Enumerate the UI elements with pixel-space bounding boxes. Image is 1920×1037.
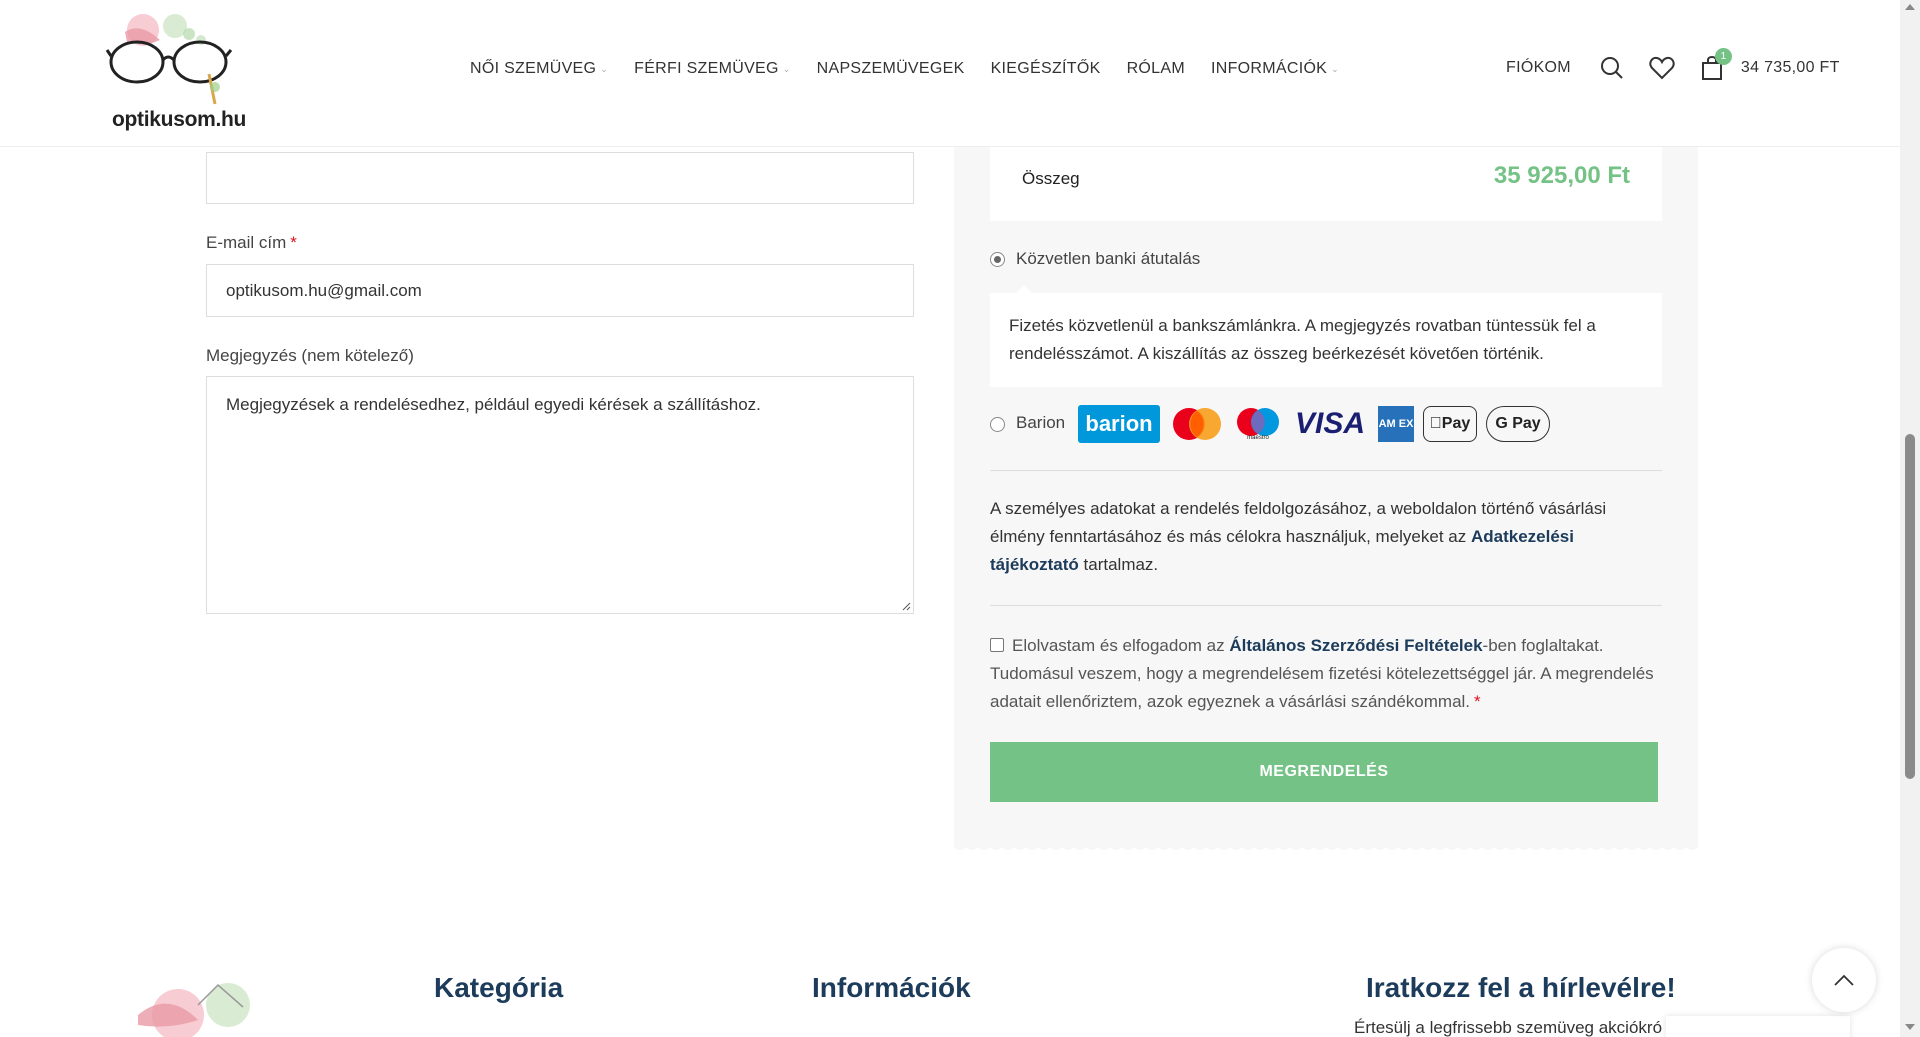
nav-label: INFORMÁCIÓK xyxy=(1210,60,1328,77)
payment-barion-radio[interactable] xyxy=(990,417,1005,432)
apple-pay-text: Pay xyxy=(1435,415,1470,432)
nav-item-napszemuvegek[interactable]: NAPSZEMÜVEGEK xyxy=(817,60,965,78)
site-header: optikusom.hu NŐI SZEMÜVEG ⌄ FÉRFI SZEMÜVE… xyxy=(0,0,1900,147)
visa-logo: VISA xyxy=(1294,407,1366,440)
maestro-logo: maestro xyxy=(1234,407,1282,441)
scrollbar-thumb[interactable] xyxy=(1905,434,1915,779)
privacy-notice: A személyes adatokat a rendelés feldolgo… xyxy=(990,495,1630,579)
maestro-text: maestro xyxy=(1247,435,1269,441)
wishlist-button[interactable] xyxy=(1649,55,1675,81)
nav-label: KIEGÉSZÍTŐK xyxy=(990,60,1101,77)
terms-link[interactable]: Általános Szerződési Feltételek xyxy=(1229,636,1482,655)
email-label: E-mail cím * xyxy=(206,233,297,253)
barion-logo: barion xyxy=(1078,405,1160,443)
total-value: 35 925,00 Ft xyxy=(1493,162,1630,189)
chevron-down-icon: ⌄ xyxy=(600,63,609,74)
glasses-logo-icon xyxy=(105,14,233,105)
footer-newsletter-heading: Iratkozz fel a hírlevélre! xyxy=(1366,972,1676,1003)
header-actions: FIÓKOM 1 34 735,00 FT xyxy=(1506,48,1840,81)
nav-label: FÉRFI SZEMÜVEG xyxy=(634,60,779,77)
required-mark: * xyxy=(1474,692,1481,711)
nav-item-kiegeszitok[interactable]: KIEGÉSZÍTŐK xyxy=(991,60,1101,78)
search-icon xyxy=(1600,57,1623,79)
payment-barion-label[interactable]: Barion xyxy=(1016,413,1065,433)
search-button[interactable] xyxy=(1599,55,1625,81)
scroll-to-top-button[interactable] xyxy=(1812,948,1876,1012)
previous-input-field[interactable] xyxy=(206,152,914,204)
payment-desc-arrow xyxy=(1016,285,1032,293)
divider xyxy=(990,605,1662,606)
terms-checkbox[interactable] xyxy=(990,638,1004,652)
order-total-row: Összeg 35 925,00 Ft xyxy=(990,147,1662,221)
maestro-icon xyxy=(1237,408,1279,436)
footer-category-heading: Kategória xyxy=(434,972,564,1003)
nav-item-ferfi-szemuveg[interactable]: FÉRFI SZEMÜVEG ⌄ xyxy=(634,60,791,78)
chevron-up-icon xyxy=(1834,974,1854,986)
terms-consent: Elolvastam és elfogadom az Általános Sze… xyxy=(990,632,1670,716)
total-label: Összeg xyxy=(1022,169,1080,188)
floating-widget[interactable] xyxy=(1666,1016,1850,1037)
main-nav: NŐI SZEMÜVEG ⌄ FÉRFI SZEMÜVEG ⌄ NAPSZEMÜVE… xyxy=(470,60,1339,78)
mastercard-icon xyxy=(1173,408,1221,440)
nav-label: RÓLAM xyxy=(1126,60,1185,77)
footer-logo[interactable] xyxy=(118,975,298,1037)
footer-newsletter-subtext: Értesülj a legfrissebb szemüveg akciókró xyxy=(1354,1018,1663,1037)
place-order-button[interactable]: MEGRENDELÉS xyxy=(990,742,1658,802)
terms-text: Elolvastam és elfogadom az xyxy=(1012,636,1230,655)
nav-label: NŐI SZEMÜVEG xyxy=(470,60,597,77)
nav-item-noi-szemuveg[interactable]: NŐI SZEMÜVEG ⌄ xyxy=(470,60,608,78)
apple-icon:  xyxy=(1430,415,1442,433)
zigzag-edge xyxy=(954,843,1698,850)
email-label-text: E-mail cím xyxy=(206,233,287,252)
cart-count-badge: 1 xyxy=(1714,48,1732,65)
amex-logo: AM EX xyxy=(1378,406,1414,442)
chevron-down-icon: ⌄ xyxy=(1331,63,1340,74)
chevron-down-icon: ⌄ xyxy=(782,63,791,74)
page-scrollbar[interactable] xyxy=(1900,0,1920,1037)
required-mark: * xyxy=(290,233,297,252)
logo-text[interactable]: optikusom.hu xyxy=(112,108,246,132)
cart-button[interactable]: 1 xyxy=(1699,48,1732,81)
nav-label: NAPSZEMÜVEGEK xyxy=(816,60,965,77)
order-notes-textarea[interactable]: Megjegyzések a rendelésedhez, például eg… xyxy=(206,376,914,614)
heart-icon xyxy=(1649,56,1675,80)
scroll-down-arrow-icon[interactable] xyxy=(1905,1024,1915,1030)
divider xyxy=(990,470,1662,471)
footer-info-heading: Információk xyxy=(812,972,971,1003)
cart-total[interactable]: 34 735,00 FT xyxy=(1741,59,1840,77)
resize-handle-icon[interactable] xyxy=(901,601,911,611)
nav-item-rolam[interactable]: RÓLAM xyxy=(1127,60,1185,78)
payment-bank-label[interactable]: Közvetlen banki átutalás xyxy=(1016,249,1200,269)
scroll-up-arrow-icon[interactable] xyxy=(1905,4,1915,10)
footer-logo-icon xyxy=(138,983,250,1037)
payment-bank-radio[interactable] xyxy=(990,252,1005,267)
payment-bank-description: Fizetés közvetlenül a bankszámlánkra. A … xyxy=(990,293,1662,387)
nav-item-informaciok[interactable]: INFORMÁCIÓK ⌄ xyxy=(1211,60,1339,78)
order-notes-placeholder: Megjegyzések a rendelésedhez, például eg… xyxy=(226,395,761,414)
email-field[interactable]: optikusom.hu@gmail.com xyxy=(206,264,914,317)
apple-pay-logo: Pay xyxy=(1423,406,1477,442)
note-label: Megjegyzés (nem kötelező) xyxy=(206,346,414,365)
account-link[interactable]: FIÓKOM xyxy=(1506,59,1571,77)
payment-logos: barion maestro VISA AM EX Pay G Pay xyxy=(1078,405,1550,443)
privacy-text-end: tartalmaz. xyxy=(1078,555,1159,574)
google-pay-logo: G Pay xyxy=(1486,406,1550,442)
